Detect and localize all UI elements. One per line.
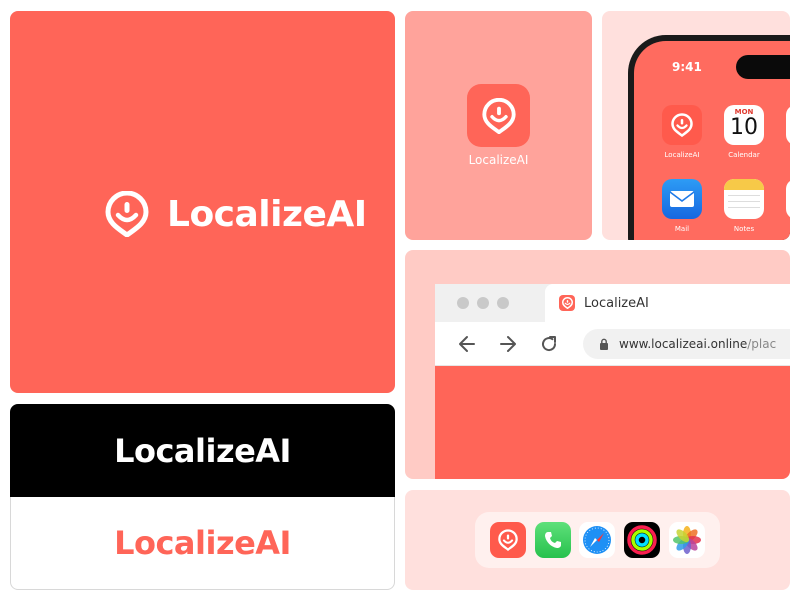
app-label: Calendar — [728, 151, 760, 159]
location-pin-face-icon — [561, 297, 573, 309]
home-app-partial[interactable] — [784, 179, 790, 219]
favicon — [559, 295, 575, 311]
app-label: LocalizeAI — [664, 151, 700, 159]
reload-icon[interactable] — [539, 334, 559, 354]
wordmark-dark-card: LocalizeAI — [10, 404, 395, 497]
url-bar[interactable]: www.localizeai.online /plac — [583, 329, 790, 359]
forward-arrow-icon[interactable] — [498, 334, 518, 354]
hero-wordmark-text: LocalizeAI — [167, 193, 367, 235]
location-pin-face-icon — [671, 113, 693, 137]
window-maximize-dot[interactable] — [497, 297, 509, 309]
dock — [475, 512, 720, 568]
browser-mockup-card: LocalizeAI www.localizeai.online /plac — [405, 250, 790, 479]
browser-tab[interactable]: LocalizeAI — [545, 284, 790, 322]
back-arrow-icon[interactable] — [457, 334, 477, 354]
activity-icon[interactable] — [624, 522, 661, 558]
app-icon-card: LocalizeAI — [405, 11, 592, 240]
url-path: /plac — [747, 337, 777, 351]
location-pin-face-icon — [481, 97, 516, 134]
browser-window: LocalizeAI www.localizeai.online /plac — [435, 284, 790, 479]
calendar-date: 10 — [730, 115, 758, 140]
home-app-calendar[interactable]: MON 10 Calendar — [722, 105, 766, 159]
home-app-localizeai[interactable]: LocalizeAI — [660, 105, 704, 159]
photos-icon[interactable] — [669, 522, 706, 558]
wordmark-light-text: LocalizeAI — [114, 524, 291, 562]
url-domain: www.localizeai.online — [619, 337, 748, 351]
phone-mockup-card: 9:41 LocalizeAI MON 10 Calendar Mail Not… — [602, 11, 790, 240]
nav-bar: www.localizeai.online /plac — [435, 322, 790, 366]
localizeai-icon[interactable] — [489, 522, 526, 558]
app-label: Mail — [674, 225, 690, 233]
wordmark-dark-text: LocalizeAI — [114, 431, 291, 470]
tab-title: LocalizeAI — [584, 295, 649, 311]
hero-brand-card: LocalizeAI — [10, 11, 395, 393]
tab-bar: LocalizeAI — [435, 284, 790, 322]
calendar-icon: MON 10 — [724, 105, 764, 145]
app-icon[interactable] — [467, 84, 530, 147]
safari-icon[interactable] — [579, 522, 616, 558]
wordmark-light-card: LocalizeAI — [10, 497, 395, 590]
page-content — [435, 366, 790, 479]
window-close-dot[interactable] — [457, 297, 469, 309]
home-app-notes[interactable]: Notes — [722, 179, 766, 233]
hero-wordmark: LocalizeAI — [105, 191, 367, 237]
home-app-partial[interactable] — [784, 105, 790, 145]
dock-card — [405, 490, 790, 590]
notes-icon — [724, 179, 764, 219]
app-icon-label: LocalizeAI — [468, 153, 529, 167]
dynamic-island — [736, 55, 790, 79]
status-time: 9:41 — [672, 60, 702, 74]
location-pin-face-icon — [105, 191, 149, 237]
phone-frame: 9:41 LocalizeAI MON 10 Calendar Mail Not… — [628, 35, 790, 240]
home-app-mail[interactable]: Mail — [660, 179, 704, 233]
mail-icon — [662, 179, 702, 219]
lock-icon — [600, 338, 608, 350]
window-minimize-dot[interactable] — [477, 297, 489, 309]
app-label: Notes — [733, 225, 755, 233]
phone-icon[interactable] — [534, 522, 571, 558]
phone-screen: 9:41 LocalizeAI MON 10 Calendar Mail Not… — [634, 41, 790, 240]
